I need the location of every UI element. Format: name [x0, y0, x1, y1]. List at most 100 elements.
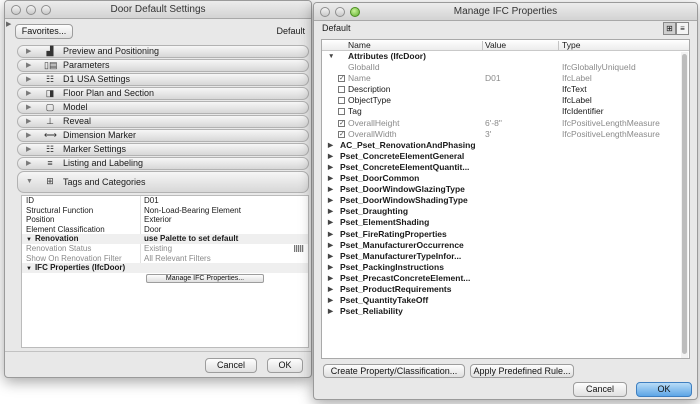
- disclosure-down-icon[interactable]: ▼: [328, 51, 334, 62]
- floor-plan-icon: ◨: [45, 88, 55, 98]
- ok-button[interactable]: OK: [267, 358, 303, 373]
- unchecked-checkbox[interactable]: [338, 97, 345, 105]
- pset-row[interactable]: ▶ Pset_QuantityTakeOff: [322, 295, 689, 306]
- property-row-renovation-status: Renovation Status Existing: [22, 243, 308, 254]
- disclosure-right-icon[interactable]: ▶: [328, 217, 333, 228]
- pset-row[interactable]: ▶ Pset_DoorWindowShadingType: [322, 195, 689, 206]
- section-preview-and-positioning[interactable]: ▶ ▟ Preview and Positioning: [17, 45, 309, 58]
- properties-empty-area: [22, 285, 308, 347]
- zoom-window-button[interactable]: [41, 5, 51, 15]
- minimize-window-button[interactable]: [335, 7, 345, 17]
- section-reveal[interactable]: ▶ ⊥ Reveal: [17, 115, 309, 128]
- disclosure-right-icon[interactable]: ▶: [328, 251, 333, 262]
- column-header-value[interactable]: Value: [485, 40, 506, 51]
- column-header-type[interactable]: Type: [562, 40, 580, 51]
- pset-row[interactable]: ▶ Pset_ManufacturerTypeInfor...: [322, 251, 689, 262]
- property-group-ifc-properties[interactable]: ▼ IFC Properties (IfcDoor): [22, 263, 308, 273]
- pset-row[interactable]: ▶ Pset_DoorCommon: [322, 173, 689, 184]
- disclosure-down-icon: ▼: [26, 266, 32, 273]
- zoom-window-button[interactable]: [350, 7, 360, 17]
- list-view-icon[interactable]: ≡: [676, 22, 689, 35]
- pset-row[interactable]: ▶ Pset_ProductRequirements: [322, 284, 689, 295]
- scrollbar-thumb[interactable]: [682, 54, 687, 354]
- footer-divider: [5, 351, 311, 352]
- attribute-row-globalid[interactable]: GlobalId IfcGloballyUniqueId: [322, 62, 689, 73]
- parameters-icon: ▯▤: [44, 60, 58, 70]
- section-tags-and-categories[interactable]: ▼ ⊞ Tags and Categories: [17, 171, 309, 193]
- attribute-row-tag[interactable]: Tag IfcIdentifier: [322, 106, 689, 117]
- property-row-structural-function[interactable]: Structural Function Non-Load-Bearing Ele…: [22, 205, 308, 216]
- disclosure-right-icon[interactable]: ▶: [328, 206, 333, 217]
- window-controls: [11, 5, 51, 15]
- column-header-name[interactable]: Name: [348, 40, 371, 51]
- section-listing-and-labeling[interactable]: ▶ ≡ Listing and Labeling: [17, 157, 309, 170]
- side-panel-arrow-icon[interactable]: ▶: [6, 20, 11, 28]
- checked-checkbox[interactable]: ✓: [338, 130, 345, 138]
- attribute-row-description[interactable]: Description IfcText: [322, 84, 689, 95]
- disclosure-right-icon: ▶: [26, 48, 32, 55]
- pset-row[interactable]: ▶ Pset_ConcreteElementGeneral: [322, 151, 689, 162]
- attributes-group-row[interactable]: ▼ Attributes (IfcDoor): [322, 51, 689, 62]
- door-default-settings-window: Door Default Settings Favorites... Defau…: [4, 0, 312, 378]
- disclosure-right-icon: ▶: [26, 118, 32, 125]
- disclosure-right-icon[interactable]: ▶: [328, 273, 333, 284]
- unchecked-checkbox[interactable]: [338, 86, 345, 94]
- manage-ifc-properties-window: Manage IFC Properties Default ⊞ ≡ Name V…: [313, 2, 698, 400]
- disclosure-right-icon[interactable]: ▶: [328, 173, 333, 184]
- apply-predefined-rule-button[interactable]: Apply Predefined Rule...: [470, 364, 574, 378]
- disclosure-right-icon[interactable]: ▶: [328, 162, 333, 173]
- property-row-position[interactable]: Position Exterior: [22, 215, 308, 225]
- disclosure-right-icon: ▶: [26, 146, 32, 153]
- pset-row[interactable]: ▶ AC_Pset_RenovationAndPhasing: [322, 140, 689, 151]
- pset-row[interactable]: ▶ Pset_ConcreteElementQuantit...: [322, 162, 689, 173]
- disclosure-right-icon[interactable]: ▶: [328, 284, 333, 295]
- disclosure-right-icon[interactable]: ▶: [328, 229, 333, 240]
- tags-properties-table: ID D01 Structural Function Non-Load-Bear…: [21, 195, 309, 348]
- attribute-row-objecttype[interactable]: ObjectType IfcLabel: [322, 95, 689, 106]
- view-toggle: ⊞ ≡: [663, 22, 689, 35]
- model-icon: ▢: [45, 102, 55, 112]
- cancel-button[interactable]: Cancel: [205, 358, 257, 373]
- pset-row[interactable]: ▶ Pset_Reliability: [322, 306, 689, 317]
- property-row-element-classification[interactable]: Element Classification Door: [22, 224, 308, 235]
- property-group-renovation[interactable]: ▼ Renovation use Palette to set default: [22, 234, 308, 244]
- tree-view-icon[interactable]: ⊞: [663, 22, 676, 35]
- disclosure-right-icon[interactable]: ▶: [328, 195, 333, 206]
- section-floor-plan-and-section[interactable]: ▶ ◨ Floor Plan and Section: [17, 87, 309, 100]
- section-parameters[interactable]: ▶ ▯▤ Parameters: [17, 59, 309, 72]
- cancel-button[interactable]: Cancel: [573, 382, 627, 397]
- manage-ifc-properties-button[interactable]: Manage IFC Properties...: [146, 273, 264, 283]
- disclosure-right-icon: ▶: [26, 62, 32, 69]
- pset-row[interactable]: ▶ Pset_DoorWindowGlazingType: [322, 184, 689, 195]
- pset-row[interactable]: ▶ Pset_Draughting: [322, 206, 689, 217]
- checked-checkbox[interactable]: ✓: [338, 119, 345, 127]
- unchecked-checkbox[interactable]: [338, 108, 345, 116]
- ok-button[interactable]: OK: [636, 382, 692, 397]
- disclosure-right-icon[interactable]: ▶: [328, 184, 333, 195]
- pset-row[interactable]: ▶ Pset_PackingInstructions: [322, 262, 689, 273]
- disclosure-right-icon[interactable]: ▶: [328, 240, 333, 251]
- attribute-row-overallwidth[interactable]: ✓ OverallWidth 3' IfcPositiveLengthMeasu…: [322, 129, 689, 140]
- minimize-window-button[interactable]: [26, 5, 36, 15]
- section-marker-settings[interactable]: ▶ ☷ Marker Settings: [17, 143, 309, 156]
- close-window-button[interactable]: [11, 5, 21, 15]
- attribute-row-overallheight[interactable]: ✓ OverallHeight 6'-8" IfcPositiveLengthM…: [322, 118, 689, 129]
- pset-row[interactable]: ▶ Pset_ElementShading: [322, 217, 689, 228]
- checked-checkbox[interactable]: ✓: [338, 75, 345, 83]
- disclosure-right-icon[interactable]: ▶: [328, 140, 333, 151]
- disclosure-right-icon[interactable]: ▶: [328, 306, 333, 317]
- pset-row[interactable]: ▶ Pset_PrecastConcreteElement...: [322, 273, 689, 284]
- pset-row[interactable]: ▶ Pset_ManufacturerOccurrence: [322, 240, 689, 251]
- create-property-classification-button[interactable]: Create Property/Classification...: [323, 364, 465, 378]
- property-row-id[interactable]: ID D01: [22, 196, 308, 206]
- section-d1-usa-settings[interactable]: ▶ ☷ D1 USA Settings: [17, 73, 309, 86]
- section-model[interactable]: ▶ ▢ Model: [17, 101, 309, 114]
- attribute-row-name[interactable]: ✓ Name D01 IfcLabel: [322, 73, 689, 84]
- pset-row[interactable]: ▶ Pset_FireRatingProperties: [322, 229, 689, 240]
- disclosure-right-icon[interactable]: ▶: [328, 262, 333, 273]
- favorites-button[interactable]: Favorites...: [15, 24, 73, 39]
- disclosure-right-icon[interactable]: ▶: [328, 151, 333, 162]
- close-window-button[interactable]: [320, 7, 330, 17]
- disclosure-right-icon[interactable]: ▶: [328, 295, 333, 306]
- section-dimension-marker[interactable]: ▶ ⟷ Dimension Marker: [17, 129, 309, 142]
